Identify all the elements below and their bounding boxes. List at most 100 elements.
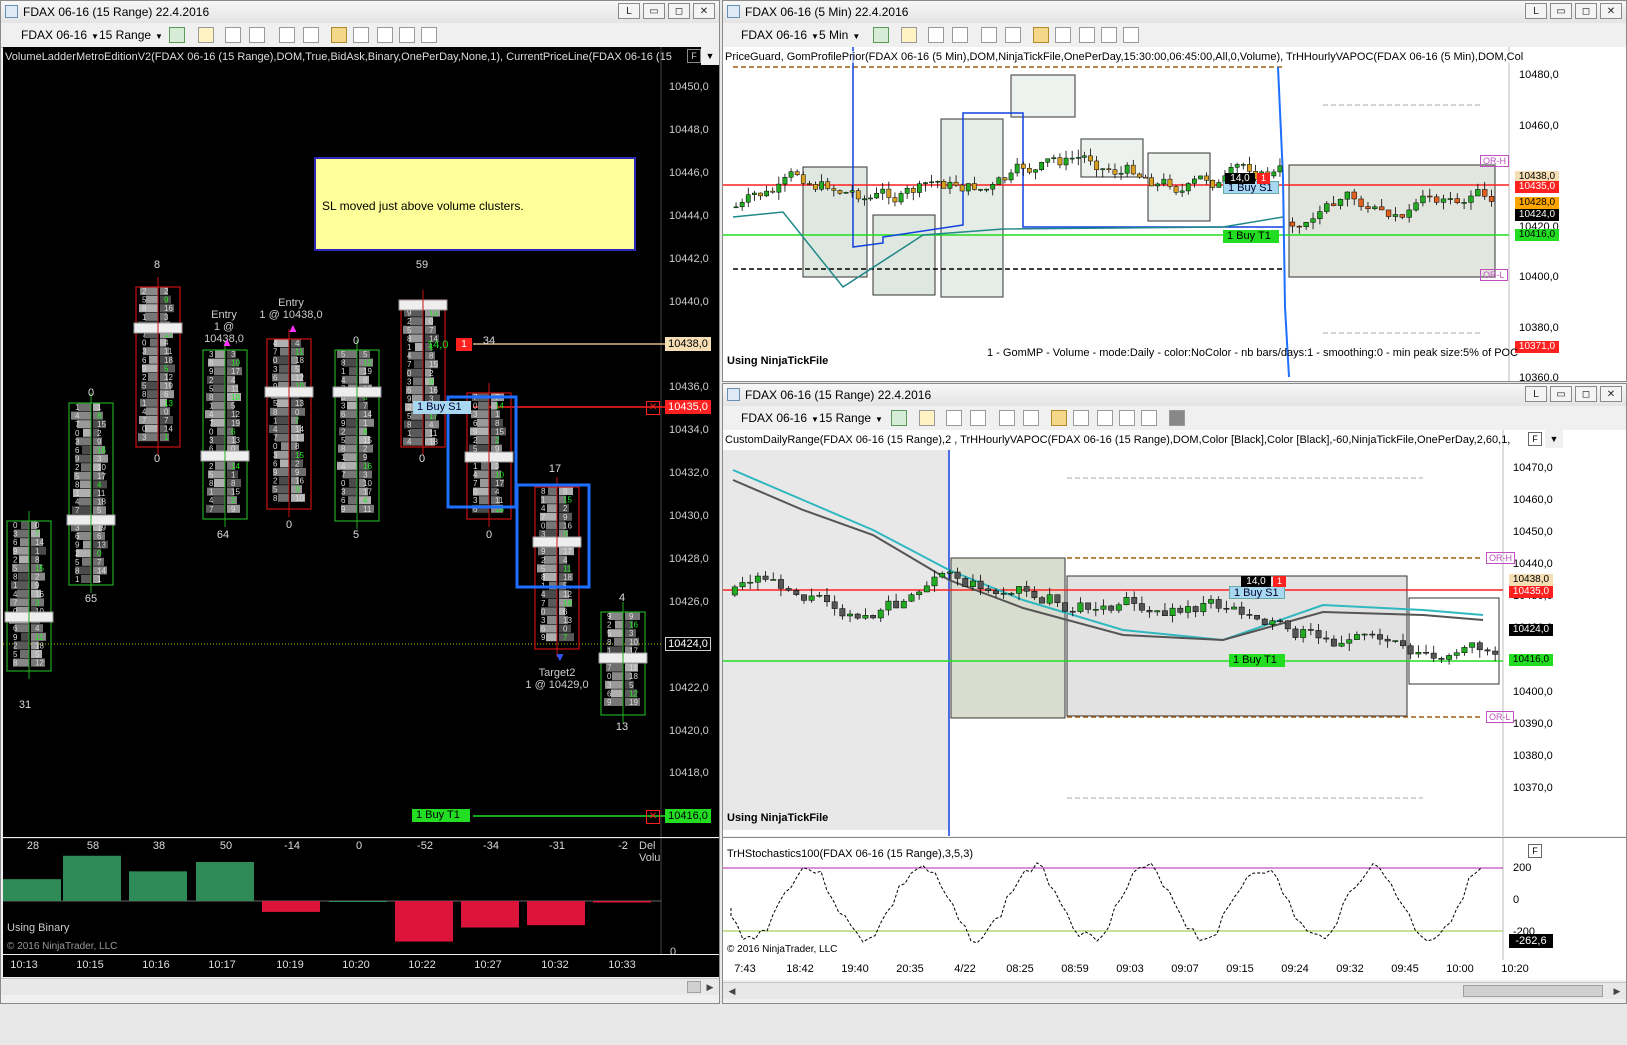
close-t1-icon[interactable]: ✕ xyxy=(646,810,660,824)
buy-t1-order[interactable]: 1 Buy T1 xyxy=(412,809,470,822)
left-scroll-thumb[interactable] xyxy=(687,981,701,993)
crosshair-icon[interactable] xyxy=(279,27,295,43)
zoom-icon[interactable] xyxy=(1005,27,1021,43)
price-axis-label: 10420,0 xyxy=(669,724,709,737)
help-button[interactable]: L xyxy=(1525,386,1547,402)
instrument-selector[interactable]: FDAX 06-16 ▼ xyxy=(741,26,819,44)
ladder-bid-value: 4 xyxy=(407,438,412,447)
instrument-selector[interactable]: FDAX 06-16 ▼ xyxy=(741,409,819,427)
br-buy-s1-order[interactable]: 1 Buy S1 xyxy=(1229,586,1285,599)
entry-label-2: Entry 1 @ 10438,0 xyxy=(259,297,323,321)
maximize-button[interactable]: ◻ xyxy=(668,3,690,19)
properties-icon[interactable] xyxy=(1141,410,1157,426)
hide-panel-icon[interactable] xyxy=(1169,410,1185,426)
br-title-bar[interactable]: FDAX 06-16 (15 Range) 22.4.2016 L ▭ ◻ ✕ xyxy=(723,384,1626,407)
close-button[interactable]: ✕ xyxy=(1600,3,1622,19)
minimize-button[interactable]: ▭ xyxy=(1550,386,1572,402)
help-button[interactable]: L xyxy=(1525,3,1547,19)
close-stop-icon[interactable]: ✕ xyxy=(646,401,660,415)
left-time-axis[interactable]: 10:13 10:15 10:16 10:17 10:19 10:20 10:22 10:27… xyxy=(3,955,719,977)
delta-value: -52 xyxy=(417,840,433,852)
br-price-tag: 10424,0 xyxy=(1509,624,1553,636)
zoom-icon[interactable] xyxy=(1023,410,1039,426)
br-time-axis[interactable]: 7:43 18:42 19:40 20:35 4/22 08:25 08:59 09:03 09… xyxy=(723,960,1626,980)
maximize-button[interactable]: ◻ xyxy=(1575,3,1597,19)
entry-arrow-2-icon: ▲ xyxy=(287,321,299,335)
help-button[interactable]: L xyxy=(618,3,640,19)
delta-bar xyxy=(395,901,453,942)
maximize-button[interactable]: ◻ xyxy=(1575,386,1597,402)
pin-icon[interactable] xyxy=(970,410,986,426)
chart-trader-icon[interactable] xyxy=(1079,27,1095,43)
chart-trader-icon[interactable] xyxy=(377,27,393,43)
interval-selector[interactable]: 15 Range ▼ xyxy=(819,409,883,427)
minimize-button[interactable]: ▭ xyxy=(643,3,665,19)
br-horizontal-scrollbar[interactable]: ◀ ▶ xyxy=(723,982,1626,999)
buy-s1-order[interactable]: 1 Buy S1 xyxy=(413,401,471,414)
price-axis-label: 10450,0 xyxy=(669,81,709,93)
bar-type-icon[interactable] xyxy=(169,27,185,43)
br-scroll-thumb[interactable] xyxy=(1463,985,1603,997)
scroll-right-icon[interactable]: ▶ xyxy=(703,980,717,994)
bar-type-icon[interactable] xyxy=(891,410,907,426)
left-price-panel[interactable]: VolumeLadderMetroEditionV2(FDAX 06-16 (1… xyxy=(3,47,719,837)
br-price-panel[interactable]: CustomDailyRange(FDAX 06-16 (15 Range),2… xyxy=(723,430,1626,836)
crosshair-zoom-icon[interactable] xyxy=(225,27,241,43)
strategies-icon[interactable] xyxy=(353,27,369,43)
time-axis-label: 10:17 xyxy=(208,959,236,971)
interval-selector[interactable]: 5 Min ▼ xyxy=(819,26,860,44)
instrument-label: FDAX 06-16 xyxy=(741,28,808,42)
zoom-icon[interactable] xyxy=(303,27,319,43)
delta-bar xyxy=(63,855,121,901)
data-box-icon[interactable] xyxy=(399,27,415,43)
indicators-icon[interactable] xyxy=(1051,410,1067,426)
tr-title-bar[interactable]: FDAX 06-16 (5 Min) 22.4.2016 L ▭ ◻ ✕ xyxy=(723,1,1626,24)
left-window-title: FDAX 06-16 (15 Range) 22.4.2016 xyxy=(23,5,210,19)
br-panel-config-button[interactable]: F xyxy=(1528,432,1542,446)
chart-trader-icon[interactable] xyxy=(1097,410,1113,426)
tr-price-panel[interactable]: PriceGuard, GomProfilePrior(FDAX 06-16 (… xyxy=(723,47,1626,381)
data-box-icon[interactable] xyxy=(1101,27,1117,43)
scroll-left-icon[interactable]: ◀ xyxy=(725,984,739,998)
instrument-selector[interactable]: FDAX 06-16 ▼ xyxy=(21,26,99,44)
left-horizontal-scrollbar[interactable]: ▶ xyxy=(1,978,719,995)
delta-volume-panel[interactable]: 28 58 38 50 -14 0 -52 -34 -31 -2 Del Volu Using Bi… xyxy=(3,838,719,954)
tr-buy-t1-order[interactable]: 1 Buy T1 xyxy=(1223,230,1279,243)
ladder-bar: 3361091724511818154127190631360972145188… xyxy=(200,340,250,527)
annotation-note[interactable]: SL moved just above volume clusters. xyxy=(314,157,636,251)
pin-icon[interactable] xyxy=(952,27,968,43)
stochastics-panel[interactable]: TrHStochastics100(FDAX 06-16 (15 Range),… xyxy=(723,837,1626,960)
pencil-icon[interactable] xyxy=(198,27,214,43)
price-axis-label: 10436,0 xyxy=(669,381,709,394)
crosshair-zoom-icon[interactable] xyxy=(946,410,962,426)
properties-icon[interactable] xyxy=(421,27,437,43)
tr-price-axis-label: 10380,0 xyxy=(1519,321,1559,334)
crosshair-icon[interactable] xyxy=(981,27,997,43)
bar-type-icon[interactable] xyxy=(873,27,889,43)
interval-selector[interactable]: 15 Range ▼ xyxy=(99,26,163,44)
close-button[interactable]: ✕ xyxy=(1600,386,1622,402)
crosshair-zoom-icon[interactable] xyxy=(928,27,944,43)
br-copyright: © 2016 NinjaTrader, LLC xyxy=(727,944,838,955)
crosshair-icon[interactable] xyxy=(999,410,1015,426)
pencil-icon[interactable] xyxy=(919,410,935,426)
br-scale-dropdown-button[interactable]: ▼ xyxy=(1545,430,1563,448)
pin-icon[interactable] xyxy=(249,27,265,43)
left-title-bar[interactable]: FDAX 06-16 (15 Range) 22.4.2016 L ▭ ◻ ✕ xyxy=(1,1,719,24)
minimize-button[interactable]: ▭ xyxy=(1550,3,1572,19)
properties-icon[interactable] xyxy=(1123,27,1139,43)
target-arrow-icon: ▼ xyxy=(554,650,566,664)
strategies-icon[interactable] xyxy=(1073,410,1089,426)
scroll-right-icon[interactable]: ▶ xyxy=(1610,984,1624,998)
data-box-icon[interactable] xyxy=(1119,410,1135,426)
br-buy-t1-order[interactable]: 1 Buy T1 xyxy=(1229,654,1285,667)
close-button[interactable]: ✕ xyxy=(693,3,715,19)
indicators-icon[interactable] xyxy=(331,27,347,43)
br-time-axis-label: 09:07 xyxy=(1171,963,1199,975)
pencil-icon[interactable] xyxy=(901,27,917,43)
ladder-bid-value: 8 xyxy=(13,659,18,668)
indicators-icon[interactable] xyxy=(1033,27,1049,43)
bar-total-top: 59 xyxy=(415,259,429,271)
strategies-icon[interactable] xyxy=(1055,27,1071,43)
bar-total-top: 8 xyxy=(153,259,161,271)
